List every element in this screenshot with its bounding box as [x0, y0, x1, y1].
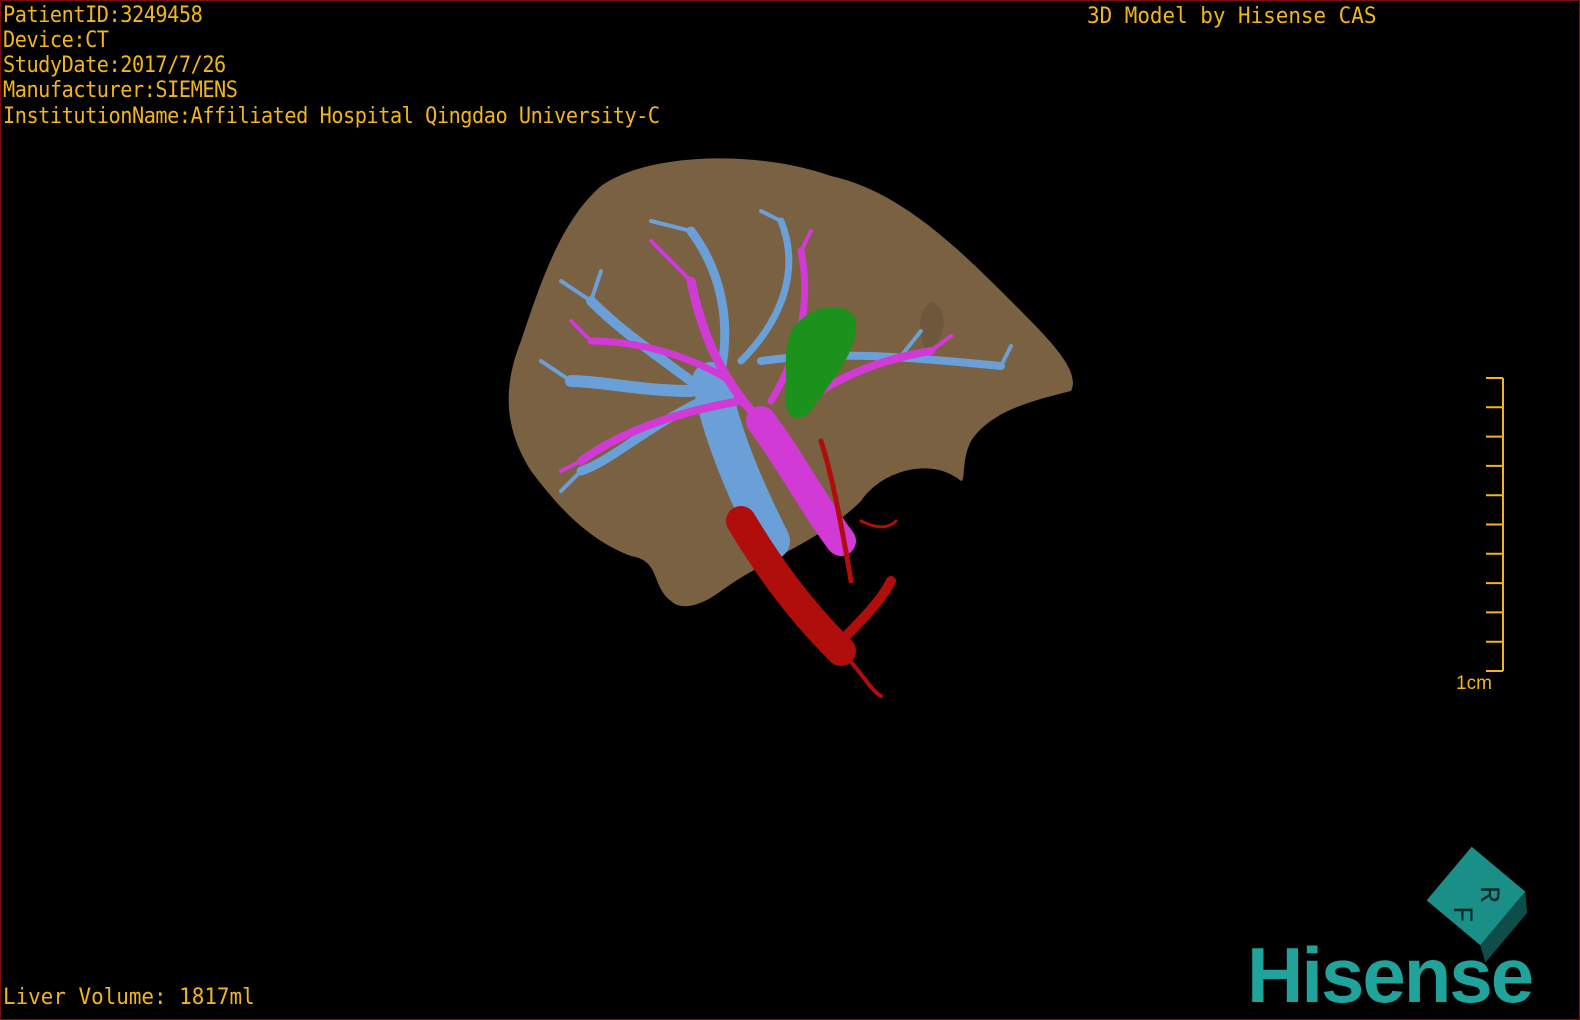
- cube-face-f: F: [1445, 906, 1476, 923]
- cube-face-r: R: [1472, 886, 1503, 903]
- hisense-logo: Hisense: [1247, 931, 1534, 1019]
- liver-model[interactable]: R F: [1, 1, 1579, 1019]
- scale-bar: [1486, 377, 1504, 672]
- liver-volume: Liver Volume: 1817ml: [3, 985, 255, 1010]
- 3d-viewport[interactable]: PatientID:3249458 Device:CT StudyDate:20…: [0, 0, 1580, 1020]
- scale-label: 1cm: [1456, 673, 1492, 694]
